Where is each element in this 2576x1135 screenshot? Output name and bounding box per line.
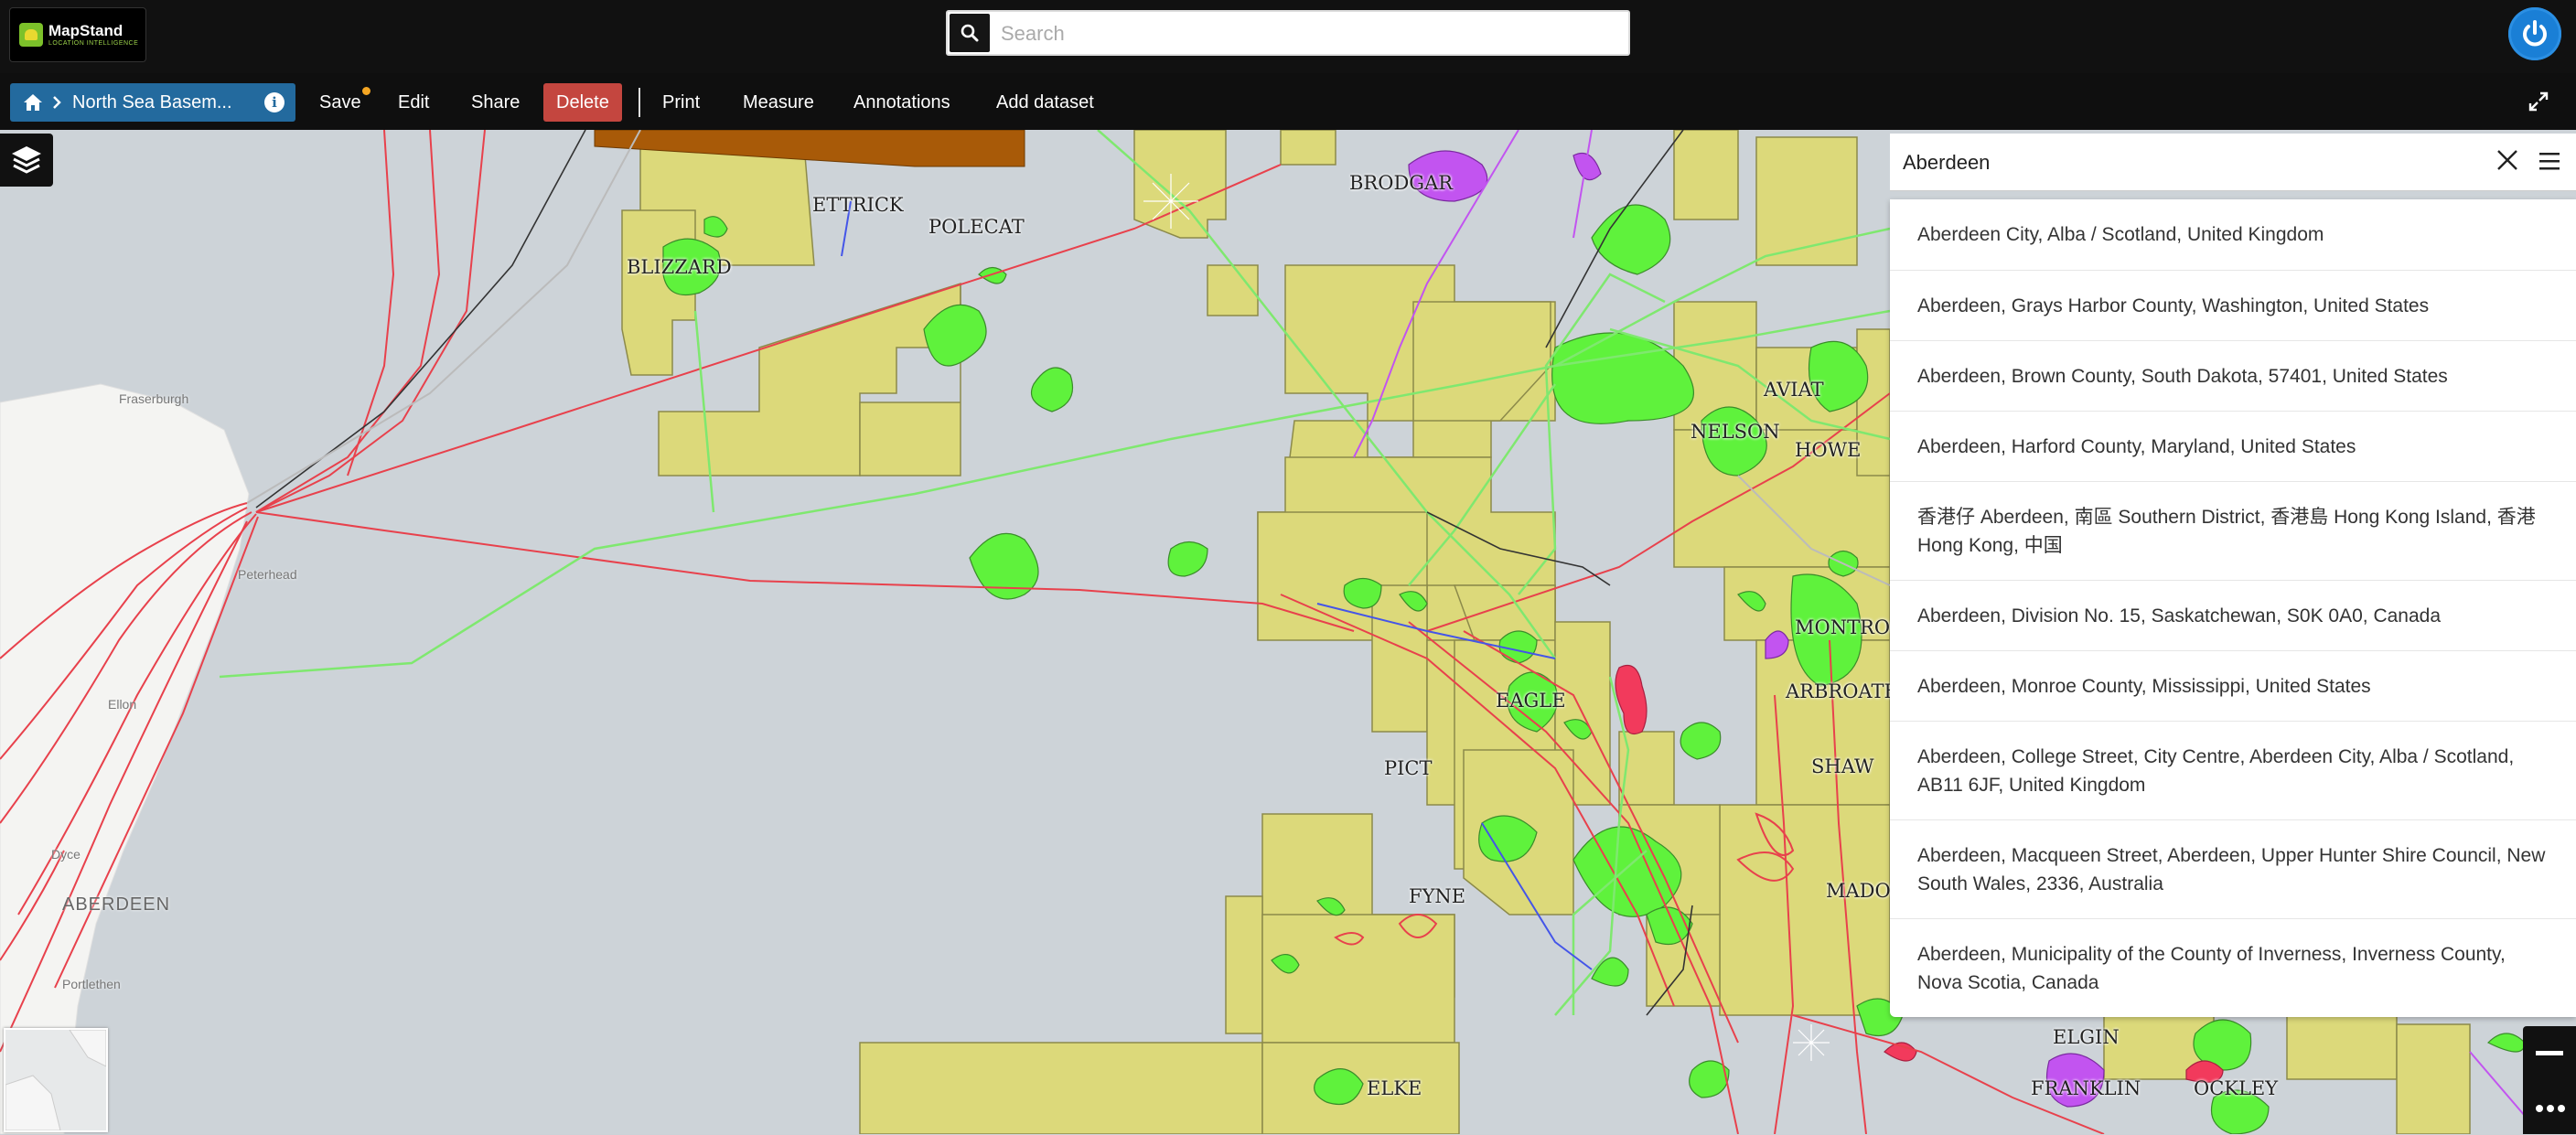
location-search-bar [1890,134,2576,191]
home-icon[interactable] [23,93,43,112]
more-options-icon[interactable] [2523,1081,2576,1134]
info-icon[interactable]: i [264,92,284,112]
layers-icon [12,146,41,174]
user-power-button[interactable] [2508,7,2561,60]
field-label-ettrick: ETTRICK [812,194,904,216]
add-dataset-button[interactable]: Add dataset [983,83,1107,122]
field-label-fyne: FYNE [1409,885,1466,907]
hamburger-menu-icon[interactable] [2538,150,2561,172]
clear-icon[interactable] [2494,146,2521,174]
field-label-eagle: EAGLE [1496,690,1566,712]
global-search-input[interactable] [999,12,1615,56]
logo-name: MapStand [48,21,123,39]
search-result-item[interactable]: Aberdeen City, Alba / Scotland, United K… [1890,199,2576,270]
search-result-item[interactable]: Aberdeen, Municipality of the County of … [1890,918,2576,1017]
field-label-polecat: POLECAT [928,216,1025,238]
field-label-elke: ELKE [1367,1077,1422,1099]
toolbar-divider [639,88,640,117]
global-search [946,10,1630,56]
coastline-land [0,383,250,1134]
field-label-brodgar: BRODGAR [1349,172,1454,194]
zoom-out-icon[interactable] [2523,1026,2576,1079]
mapstand-logo[interactable]: MapStand LOCATION INTELLIGENCE [9,7,146,62]
field-label-franklin: FRANKLIN [2031,1077,2141,1099]
layers-button[interactable] [0,134,53,187]
place-label-ellon: Ellon [108,697,137,712]
location-search-input[interactable] [1901,145,2490,181]
logo-mark-icon [19,23,43,47]
field-label-pict: PICT [1384,757,1433,779]
place-label-peterhead: Peterhead [238,567,297,582]
delete-button[interactable]: Delete [543,83,622,122]
measure-button[interactable]: Measure [730,83,827,122]
edit-button[interactable]: Edit [385,83,442,122]
search-result-item[interactable]: 香港仔 Aberdeen, 南區 Southern District, 香港島 … [1890,481,2576,580]
field-label-elgin: ELGIN [2053,1026,2120,1048]
unsaved-indicator [361,87,370,95]
field-label-ockley: OCKLEY [2194,1077,2279,1099]
search-result-item[interactable]: Aberdeen, Grays Harbor County, Washingto… [1890,270,2576,340]
field-label-blizzard: BLIZZARD [627,256,732,278]
field-label-howe: HOWE [1795,439,1862,461]
place-label-portlethen: Portlethen [62,977,121,991]
search-icon [961,24,979,42]
location-search-results: Aberdeen City, Alba / Scotland, United K… [1890,199,2576,1017]
field-label-arbroath: ARBROATH [1786,680,1901,702]
search-result-item[interactable]: Aberdeen, College Street, City Centre, A… [1890,721,2576,819]
zoom-controls [2523,1026,2576,1134]
map-title[interactable]: North Sea Basem... [72,92,264,113]
search-result-item[interactable]: Aberdeen, Harford County, Maryland, Unit… [1890,411,2576,481]
map-toolbar: North Sea Basem... i Save Edit Share Del… [0,73,2576,130]
logo-tagline: LOCATION INTELLIGENCE [48,39,139,47]
save-button[interactable]: Save [306,83,374,122]
search-button[interactable] [950,14,990,52]
place-label-aberdeen: ABERDEEN [62,894,171,915]
fullscreen-icon[interactable] [2528,91,2549,112]
annotations-button[interactable]: Annotations [841,83,963,122]
field-label-shaw: SHAW [1811,755,1874,777]
breadcrumb[interactable]: North Sea Basem... i [10,83,295,122]
search-result-item[interactable]: Aberdeen, Division No. 15, Saskatchewan,… [1890,580,2576,650]
field-label-nelson: NELSON [1690,421,1780,443]
minimap-terrain-icon [5,1029,107,1131]
print-button[interactable]: Print [649,83,713,122]
search-result-item[interactable]: Aberdeen, Brown County, South Dakota, 57… [1890,340,2576,411]
place-label-fraserburgh: Fraserburgh [119,391,189,406]
field-label-aviat: AVIAT [1764,379,1824,401]
chevron-right-icon [53,96,61,109]
top-bar: MapStand LOCATION INTELLIGENCE [0,0,2576,73]
overview-minimap[interactable] [4,1028,108,1132]
power-icon [2523,20,2547,47]
search-result-item[interactable]: Aberdeen, Monroe County, Mississippi, Un… [1890,650,2576,721]
share-button[interactable]: Share [458,83,532,122]
search-result-item[interactable]: Aberdeen, Macqueen Street, Aberdeen, Upp… [1890,819,2576,918]
place-label-dyce: Dyce [51,847,80,862]
